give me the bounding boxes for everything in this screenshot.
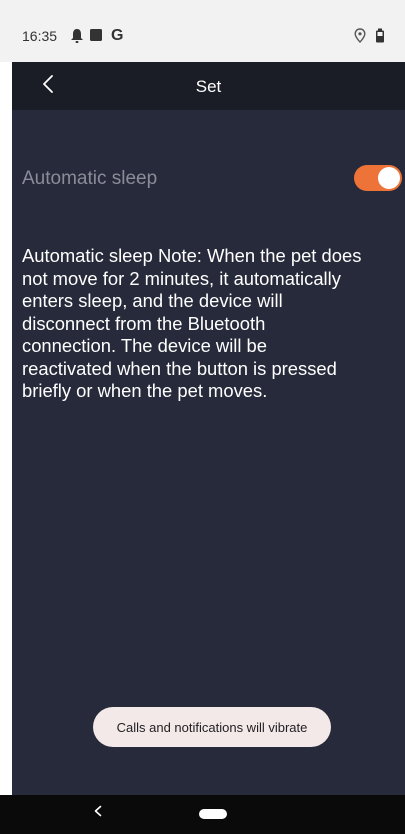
battery-icon [375,28,385,48]
location-icon [354,28,366,48]
google-g-icon: G [111,27,124,44]
toast-message: Calls and notifications will vibrate [93,707,331,747]
page-title: Set [195,77,222,96]
app-screen: Set Automatic sleep Automatic sleep Note… [12,62,405,795]
bell-icon [70,28,84,49]
toggle-knob [378,167,400,189]
automatic-sleep-note: Automatic sleep Note: When the pet does … [22,245,362,401]
back-icon [94,804,102,822]
nav-back-button[interactable] [86,801,110,825]
toast-text: Calls and notifications will vibrate [116,719,308,735]
square-icon [89,28,103,47]
automatic-sleep-label: Automatic sleep [22,168,158,189]
home-pill-icon[interactable] [199,809,227,819]
navigation-bar [0,795,405,834]
automatic-sleep-row: Automatic sleep [12,158,405,198]
automatic-sleep-toggle[interactable] [354,165,402,191]
status-time: 16:35 [22,28,58,44]
app-header: Set [12,62,405,110]
status-bar: 16:35 G [0,0,405,62]
